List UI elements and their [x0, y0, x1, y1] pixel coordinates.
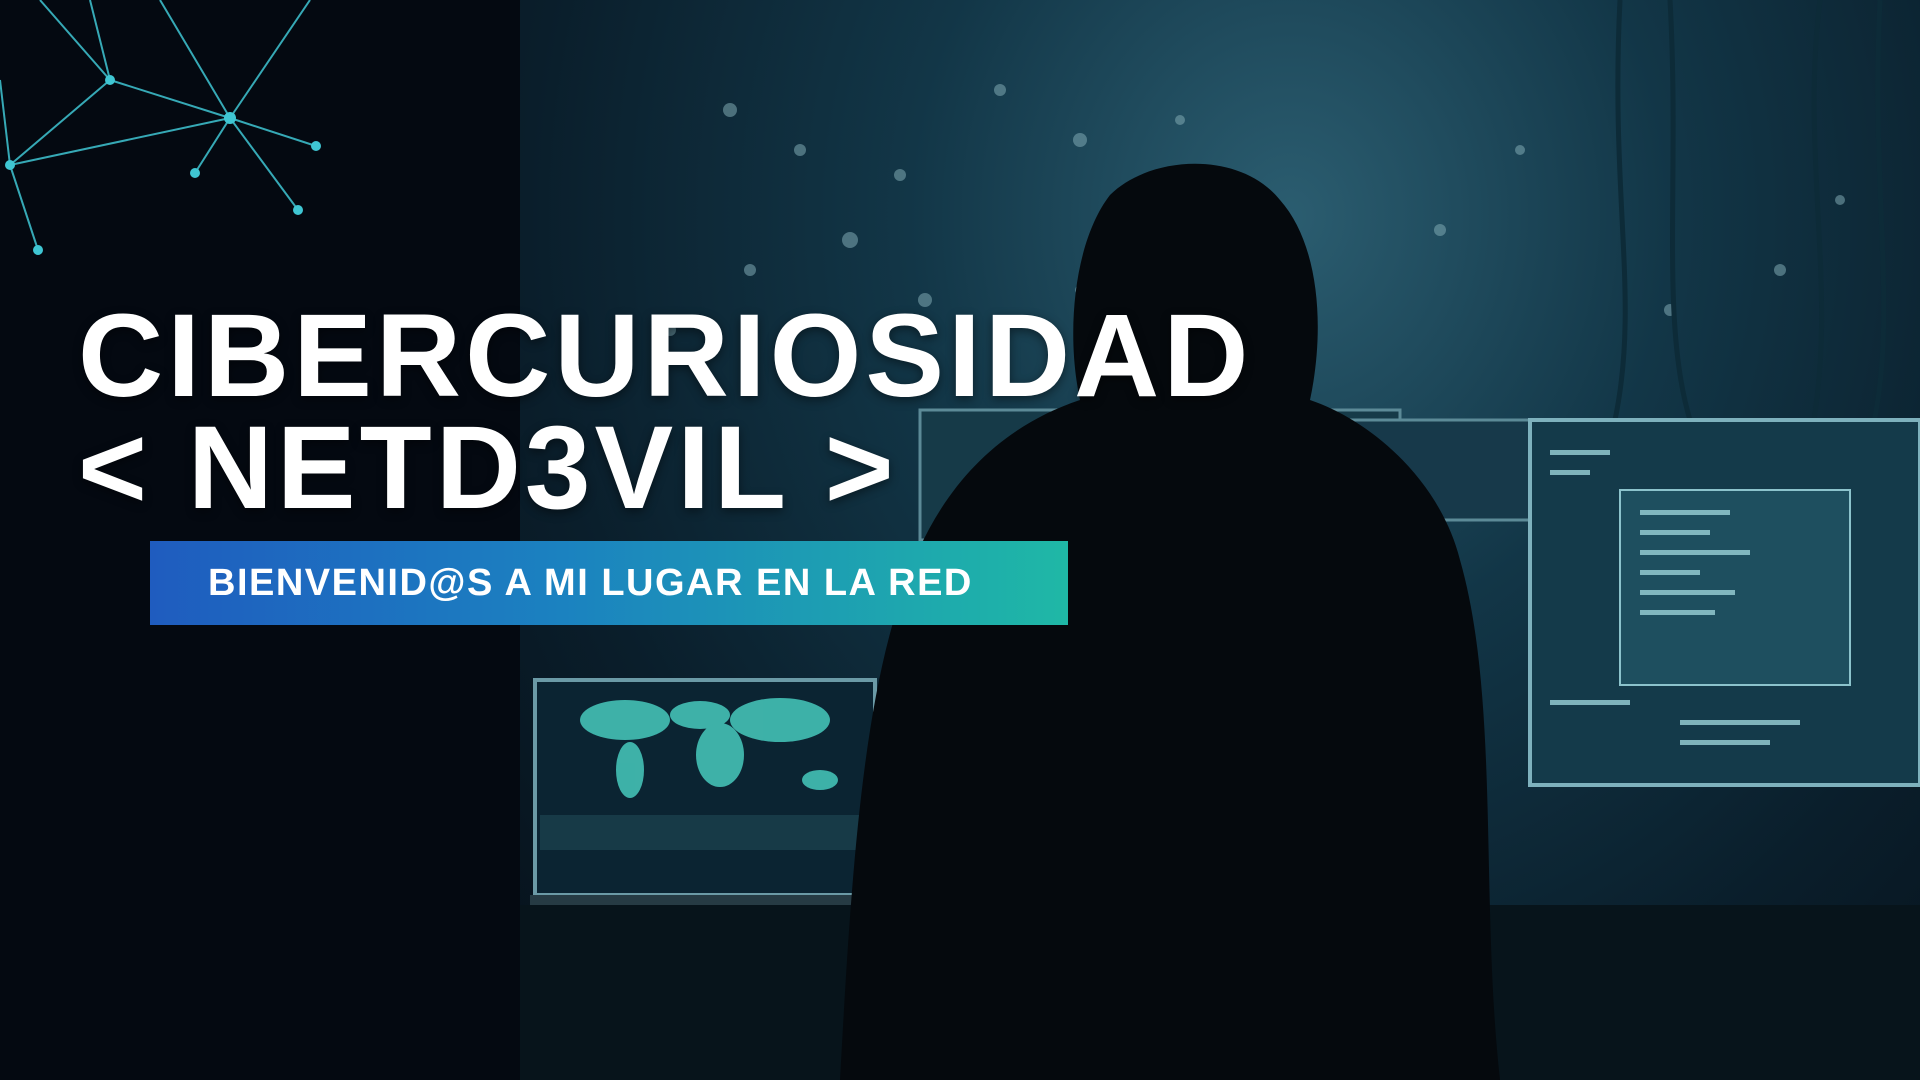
title-line-2: < NETD3VIL >: [78, 402, 898, 534]
tagline-banner: BIENVENID@S A MI LUGAR EN LA RED: [150, 541, 1068, 625]
tagline-text: BIENVENID@S A MI LUGAR EN LA RED: [208, 561, 973, 604]
page-title: CIBERCURIOSIDAD < NETD3VIL >: [78, 290, 1253, 534]
network-nodes-icon: [0, 0, 321, 255]
hacker-background-image: [520, 0, 1920, 1080]
title-line-1: CIBERCURIOSIDAD: [78, 290, 1253, 422]
